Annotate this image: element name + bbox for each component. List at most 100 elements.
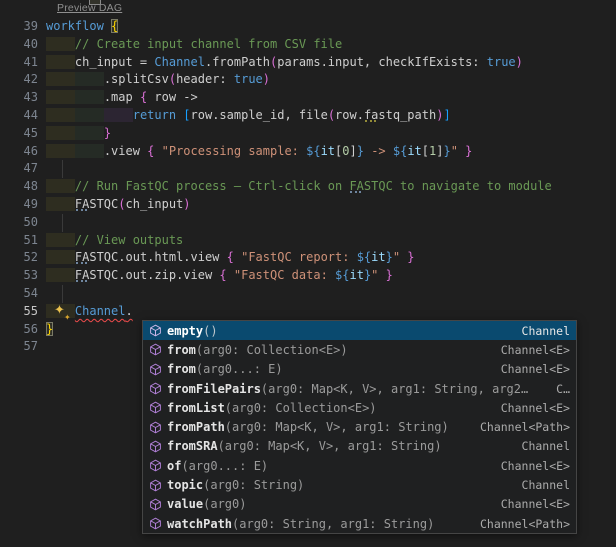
code-line[interactable]: 43 .map { row -> [0,89,616,107]
code-token: .out.html.view [118,250,226,264]
code-token: "FastQC report: [241,250,357,264]
code-token: [ [183,108,190,122]
code-line[interactable]: 50 [0,214,616,232]
indent-guide [62,285,63,303]
code-token: { [219,268,233,282]
line-number[interactable]: 49 [0,196,46,214]
code-token: .fromPath [205,55,270,69]
code-token: row.sample_id, file [191,108,328,122]
code-text [46,214,616,232]
code-token: } [400,250,414,264]
line-number[interactable]: 40 [0,36,46,54]
line-number[interactable]: 45 [0,125,46,143]
code-token: ch_input = [75,55,154,69]
suggestion-item[interactable]: empty()Channel [143,321,576,340]
suggestion-return-type: Channel [514,324,570,338]
code-token: } [104,126,111,140]
line-number[interactable]: 52 [0,249,46,267]
code-line[interactable]: 41 ch_input = Channel.fromPath(params.in… [0,54,616,72]
suggestion-signature: (arg0: Map<K, V>, arg1: String) [225,420,449,434]
code-line[interactable]: 40 // Create input channel from CSV file [0,36,616,54]
indent-highlight [75,108,104,122]
code-token: { [111,19,118,33]
code-editor[interactable]: Preview DAG 39workflow {40 // Create inp… [0,0,616,547]
line-number[interactable]: 53 [0,267,46,285]
line-number[interactable]: 56 [0,321,46,339]
copilot-sparkle-icon[interactable]: ✦✦ [53,303,79,320]
suggestion-item[interactable]: of(arg0...: E)Channel<E> [143,456,576,475]
line-number[interactable]: 43 [0,89,46,107]
suggestion-label: fromPath [167,420,225,434]
method-cube-icon [147,419,163,435]
code-token: ) [183,197,190,211]
line-number[interactable]: 47 [0,160,46,178]
code-token: { [227,250,241,264]
line-number[interactable]: 48 [0,178,46,196]
suggestion-signature: () [203,324,217,338]
suggestion-return-type: C… [548,382,570,396]
code-token: "Processing sample: [162,144,307,158]
code-text: .map { row -> [46,89,616,107]
code-line[interactable]: 54 [0,285,616,303]
code-token: // Run FastQC process – Ctrl-click on [75,179,350,193]
indent-highlight [75,144,104,158]
code-token: FASTQC [75,197,118,211]
code-token: 0 [342,144,349,158]
suggestion-item[interactable]: from(arg0...: E)Channel<E> [143,360,576,379]
method-cube-icon [147,496,163,512]
code-line[interactable]: 47 [0,160,616,178]
suggestion-label: from [167,362,196,376]
code-line[interactable]: 49 FASTQC(ch_input) [0,196,616,214]
suggestion-item[interactable]: from(arg0: Collection<E>)Channel<E> [143,340,576,359]
code-text: .splitCsv(header: true) [46,71,616,89]
line-number[interactable]: 39 [0,18,46,36]
line-number[interactable]: 46 [0,143,46,161]
code-line[interactable]: 46 .view { "Processing sample: ${it[0]} … [0,143,616,161]
line-number[interactable]: 44 [0,107,46,125]
indent-highlight [104,108,133,122]
code-token: row -> [147,90,198,104]
code-token: row. [335,108,364,122]
code-line[interactable]: 45 } [0,125,616,143]
code-token: FASTQC [349,179,392,193]
suggestion-item[interactable]: fromSRA(arg0: Map<K, V>, arg1: String)Ch… [143,437,576,456]
line-number[interactable]: 50 [0,214,46,232]
code-token: workflow [46,19,111,33]
indent-highlight [46,179,75,193]
suggestion-item[interactable]: fromPath(arg0: Map<K, V>, arg1: String)C… [143,417,576,436]
suggestion-label: fromFilePairs [167,382,261,396]
suggestion-item[interactable]: topic(arg0: String)Channel [143,475,576,494]
line-number[interactable]: 42 [0,71,46,89]
code-line[interactable]: 48 // Run FastQC process – Ctrl-click on… [0,178,616,196]
suggestion-item[interactable]: fromList(arg0: Collection<E>)Channel<E> [143,398,576,417]
code-line[interactable]: 52 FASTQC.out.html.view { "FastQC report… [0,249,616,267]
code-token: ] [443,108,450,122]
code-token: it [321,144,335,158]
code-token: .view [104,144,147,158]
code-token: return [133,108,184,122]
line-number[interactable]: 55 [0,303,46,321]
code-line[interactable]: 53 FASTQC.out.zip.view { "FastQC data: $… [0,267,616,285]
code-line[interactable]: 44 return [row.sample_id, file(row.fastq… [0,107,616,125]
code-line[interactable]: 39workflow { [0,18,616,36]
code-line[interactable]: 42 .splitCsv(header: true) [0,71,616,89]
suggestion-item[interactable]: watchPath(arg0: String, arg1: String)Cha… [143,514,576,533]
code-token: it [349,268,363,282]
code-text: // Create input channel from CSV file [46,36,616,54]
code-token: true [234,72,263,86]
code-area: 39workflow {40 // Create input channel f… [0,18,616,356]
suggestion-signature: (arg0) [203,497,246,511]
code-token: FASTQC [75,250,118,264]
method-cube-icon [147,400,163,416]
indent-guide [62,160,63,178]
line-number[interactable]: 57 [0,338,46,356]
line-number[interactable]: 41 [0,54,46,72]
code-text: .view { "Processing sample: ${it[0]} -> … [46,143,616,161]
code-line[interactable]: 55 Channel.✦✦ [0,303,616,321]
line-number[interactable]: 54 [0,285,46,303]
line-number[interactable]: 51 [0,232,46,250]
suggestion-item[interactable]: value(arg0)Channel<E> [143,495,576,514]
code-line[interactable]: 51 // View outputs [0,232,616,250]
suggestion-item[interactable]: fromFilePairs(arg0: Map<K, V>, arg1: Str… [143,379,576,398]
suggestion-signature: (arg0...: E) [196,362,283,376]
